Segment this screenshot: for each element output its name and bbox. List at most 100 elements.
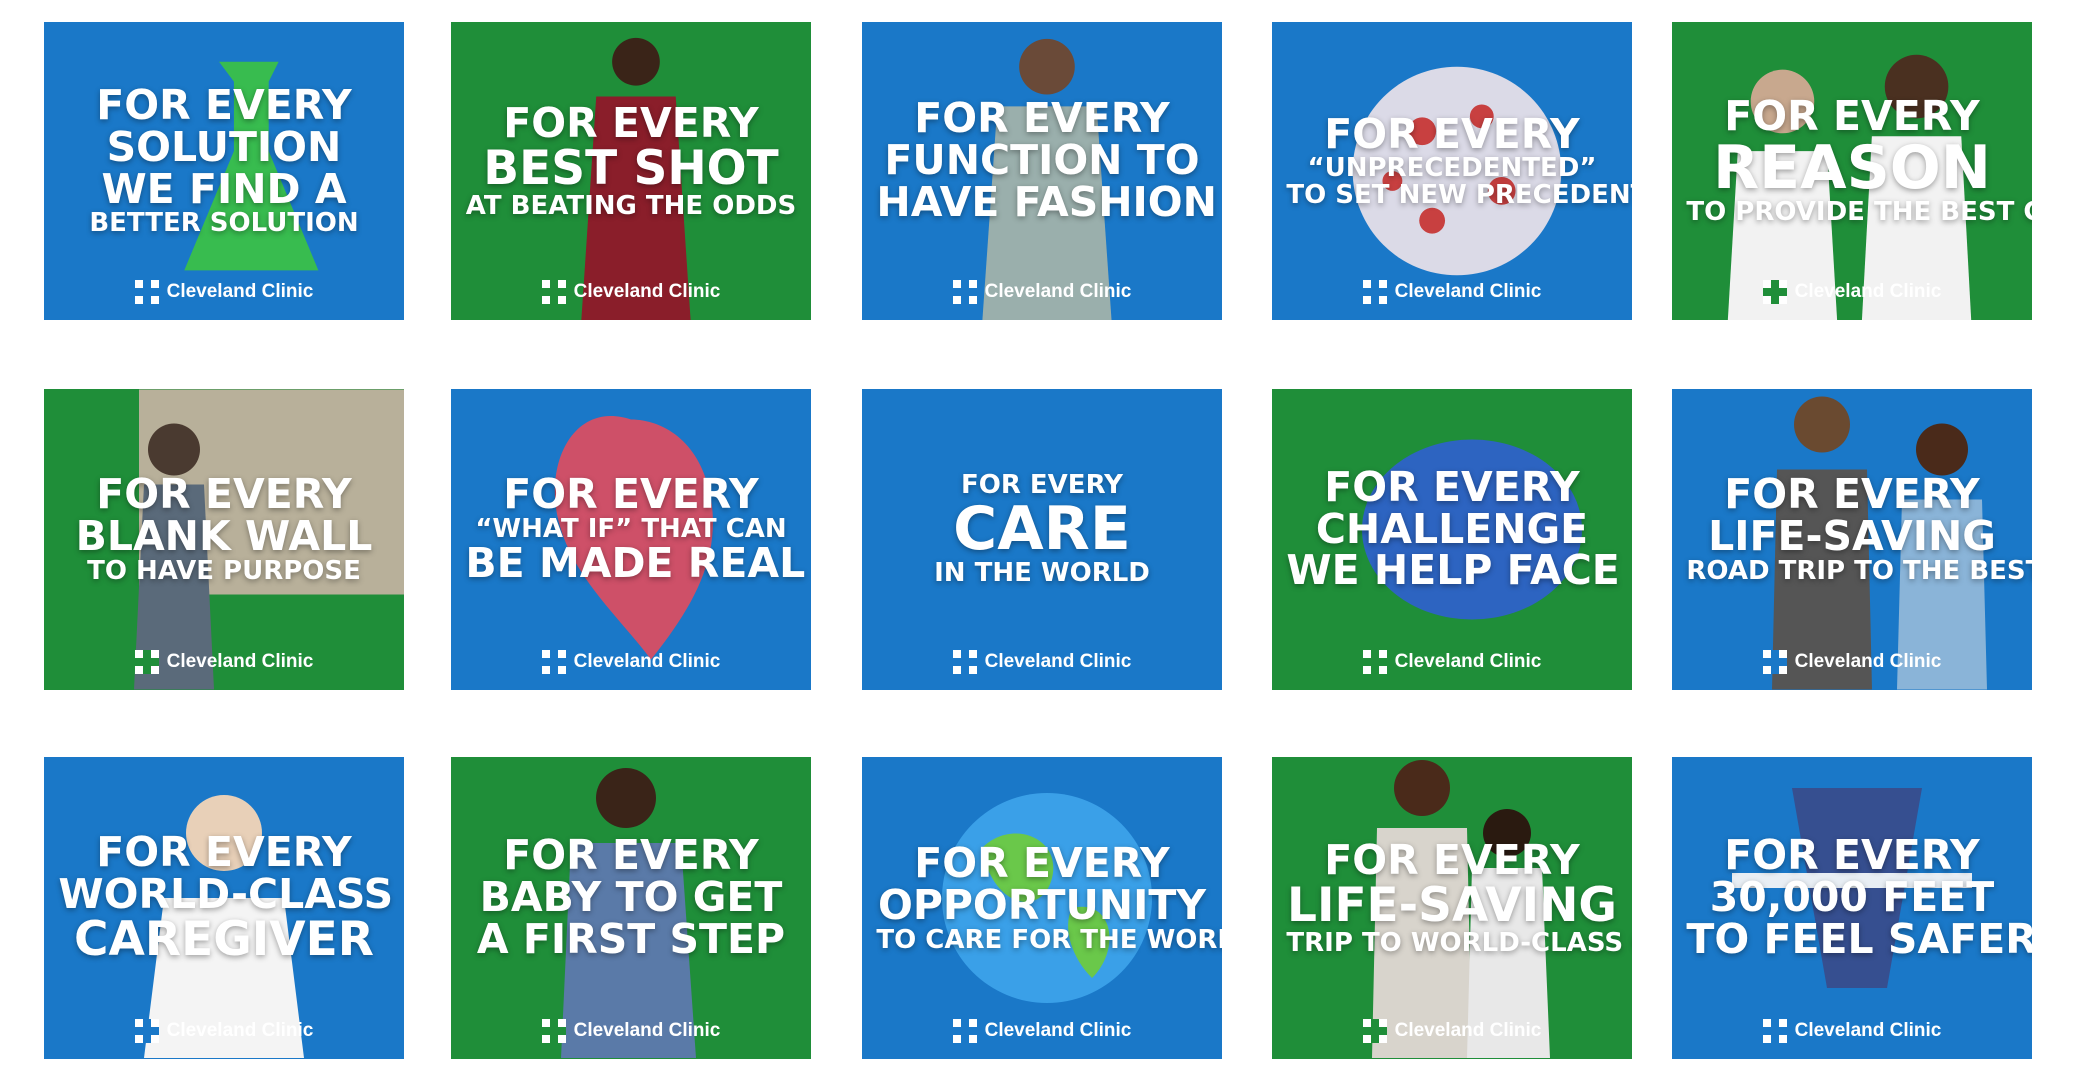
cleveland-clinic-cross-icon	[1362, 650, 1387, 674]
ad-tile-15[interactable]: FOR EVERY 30,000 FEET TO FEEL SAFER Clevel…	[1672, 757, 2032, 1059]
brand-name: Cleveland Clinic	[984, 1020, 1132, 1041]
cleveland-clinic-logo: Cleveland Clinic	[44, 650, 404, 674]
headline-line: LIFE-SAVING	[1287, 877, 1617, 933]
headline-line: FOR EVERY	[96, 828, 352, 877]
cleveland-clinic-logo: Cleveland Clinic	[862, 1019, 1222, 1043]
headline-line: WE HELP FACE	[1286, 546, 1620, 595]
ad-tile-4[interactable]: FOR EVERY “UNPRECEDENTED” TO SET NEW PRECE…	[1272, 22, 1632, 320]
headline-line: TO FEEL SAFER	[1686, 914, 2032, 963]
headline-line: WORLD-CLASS	[58, 870, 394, 919]
headline-line: TO HAVE PURPOSE	[87, 556, 361, 587]
brand-name: Cleveland Clinic	[1794, 651, 1942, 672]
brand-name: Cleveland Clinic	[166, 281, 314, 302]
ad-tile-5[interactable]: FOR EVERYREASONTO PROVIDE THE BEST CARE …	[1672, 22, 2032, 320]
headline-line: TO CARE FOR THE WORLD	[876, 924, 1222, 955]
headline-line: FOR EVERY	[1724, 470, 1980, 519]
cleveland-clinic-cross-icon	[541, 1019, 566, 1043]
headline-line: CARE	[953, 493, 1131, 564]
cleveland-clinic-logo: Cleveland Clinic	[451, 650, 811, 674]
headline: FOR EVERY LIFE-SAVING ROAD TRIP TO THE BES…	[1686, 470, 2032, 587]
headline-line: AT BEATING THE ODDS	[465, 190, 797, 221]
headline-line: IN THE WORLD	[934, 558, 1150, 589]
headline-line: FOR EVERY	[1324, 835, 1580, 884]
cleveland-clinic-cross-icon	[1762, 1019, 1787, 1043]
ad-tile-8[interactable]: FOR EVERY CARE IN THE WORLD Cleveland Clin…	[862, 389, 1222, 690]
headline-line: FOR EVERY	[1724, 831, 1980, 880]
ad-tile-2[interactable]: FOR EVERY BEST SHOT AT BEATING THE ODDS Cl…	[451, 22, 811, 320]
cleveland-clinic-logo: Cleveland Clinic	[862, 650, 1222, 674]
headline: FOR EVERY “UNPRECEDENTED” TO SET NEW PRECE…	[1286, 109, 1632, 210]
brand-name: Cleveland Clinic	[1394, 1020, 1542, 1041]
headline-line: SOLUTION	[106, 122, 342, 171]
ad-tile-7[interactable]: FOR EVERY “WHAT IF” THAT CAN BE MADE REAL …	[451, 389, 811, 690]
cleveland-clinic-cross-icon	[1362, 1019, 1387, 1043]
brand-name: Cleveland Clinic	[1794, 1020, 1942, 1041]
headline: FOR EVERY CHALLENGE WE HELP FACE	[1286, 462, 1620, 595]
cleveland-clinic-cross-icon	[134, 280, 159, 304]
cleveland-clinic-cross-icon	[541, 650, 566, 674]
brand-name: Cleveland Clinic	[984, 651, 1132, 672]
headline: FOR EVERY BLANK WALL TO HAVE PURPOSE	[58, 474, 389, 584]
headline-line: BLANK WALL	[75, 512, 373, 561]
ad-tile-13[interactable]: FOR EVERY OPPORTUNITY TO CARE FOR THE WORL…	[862, 757, 1222, 1059]
cleveland-clinic-cross-icon	[1762, 650, 1787, 674]
headline-line: FOR EVERY	[914, 94, 1170, 143]
headline: FOR EVERY FUNCTION TO HAVE FASHION	[876, 94, 1217, 223]
cleveland-clinic-logo: Cleveland Clinic	[451, 1019, 811, 1043]
ad-tile-3[interactable]: FOR EVERY FUNCTION TO HAVE FASHION Clevela…	[862, 22, 1222, 320]
headline: FOR EVERY LIFE-SAVING TRIP TO WORLD-CLASS …	[1286, 835, 1632, 958]
headline-line: FOR EVERY	[1324, 109, 1580, 158]
brand-name: Cleveland Clinic	[1794, 281, 1942, 302]
cleveland-clinic-logo: Cleveland Clinic	[1672, 1019, 2032, 1043]
ad-tile-6[interactable]: FOR EVERY BLANK WALL TO HAVE PURPOSE Cleve…	[44, 389, 404, 690]
ad-tile-10[interactable]: FOR EVERY LIFE-SAVING ROAD TRIP TO THE BES…	[1672, 389, 2032, 690]
headline-line: REASON	[1712, 133, 1992, 204]
cleveland-clinic-cross-icon	[541, 280, 566, 304]
cleveland-clinic-logo: Cleveland Clinic	[1272, 280, 1632, 304]
headline-line: A FIRST STEP	[476, 914, 786, 963]
headline-line: BEST SHOT	[483, 140, 779, 196]
headline: FOR EVERY 30,000 FEET TO FEEL SAFER	[1686, 831, 2032, 963]
headline-line: TO SET NEW PRECEDENTS	[1286, 179, 1632, 210]
headline: FOR EVERY OPPORTUNITY TO CARE FOR THE WORL…	[876, 842, 1222, 955]
cleveland-clinic-cross-icon	[1762, 280, 1787, 304]
headline-line: FOR EVERY	[96, 81, 352, 130]
headline-line: TRIP TO WORLD-CLASS CARE	[1286, 927, 1632, 958]
brand-name: Cleveland Clinic	[1394, 281, 1542, 302]
headline-line: FOR EVERY	[1324, 462, 1580, 511]
ad-tile-12[interactable]: FOR EVERY BABY TO GET A FIRST STEP Clevela…	[451, 757, 811, 1059]
ad-tile-14[interactable]: FOR EVERY LIFE-SAVING TRIP TO WORLD-CLASS …	[1272, 757, 1632, 1059]
headline: FOR EVERY “WHAT IF” THAT CAN BE MADE REAL	[465, 470, 805, 584]
headline-line: FOR EVERY	[503, 470, 759, 519]
headline-line: 30,000 FEET	[1709, 873, 1995, 922]
ad-tile-1[interactable]: FOR EVERY SOLUTION WE FIND A BETTER SOLUTIO…	[44, 22, 404, 320]
brand-name: Cleveland Clinic	[166, 1020, 314, 1041]
cleveland-clinic-cross-icon	[134, 650, 159, 674]
brand-name: Cleveland Clinic	[573, 281, 721, 302]
headline-line: LIFE-SAVING	[1708, 512, 1996, 561]
cleveland-clinic-logo: Cleveland Clinic	[1672, 280, 2032, 304]
brand-name: Cleveland Clinic	[166, 651, 314, 672]
headline-line: ROAD TRIP TO THE BEST CARE	[1686, 556, 2032, 587]
headline: FOR EVERY BABY TO GET A FIRST STEP	[465, 831, 796, 963]
ad-tile-11[interactable]: FOR EVERY WORLD-CLASS CAREGIVER Cleveland …	[44, 757, 404, 1059]
cleveland-clinic-cross-icon	[952, 1019, 977, 1043]
headline-line: FUNCTION TO	[884, 136, 1200, 185]
brand-name: Cleveland Clinic	[1394, 651, 1542, 672]
headline-line: TO PROVIDE THE BEST CARE	[1686, 197, 2032, 228]
headline-line: FOR EVERY	[503, 98, 759, 147]
cleveland-clinic-logo: Cleveland Clinic	[1272, 650, 1632, 674]
cleveland-clinic-logo: Cleveland Clinic	[44, 1019, 404, 1043]
headline-line: FOR EVERY	[503, 831, 759, 880]
cleveland-clinic-cross-icon	[952, 280, 977, 304]
cleveland-clinic-logo: Cleveland Clinic	[451, 280, 811, 304]
headline-line: BABY TO GET	[479, 873, 783, 922]
headline-line: CHALLENGE	[1315, 504, 1589, 553]
cleveland-clinic-logo: Cleveland Clinic	[862, 280, 1222, 304]
cleveland-clinic-cross-icon	[134, 1019, 159, 1043]
brand-name: Cleveland Clinic	[573, 651, 721, 672]
ad-tile-9[interactable]: FOR EVERY CHALLENGE WE HELP FACE Cleveland…	[1272, 389, 1632, 690]
cleveland-clinic-logo: Cleveland Clinic	[1672, 650, 2032, 674]
headline: FOR EVERY WORLD-CLASS CAREGIVER	[58, 828, 394, 964]
brand-name: Cleveland Clinic	[573, 1020, 721, 1041]
